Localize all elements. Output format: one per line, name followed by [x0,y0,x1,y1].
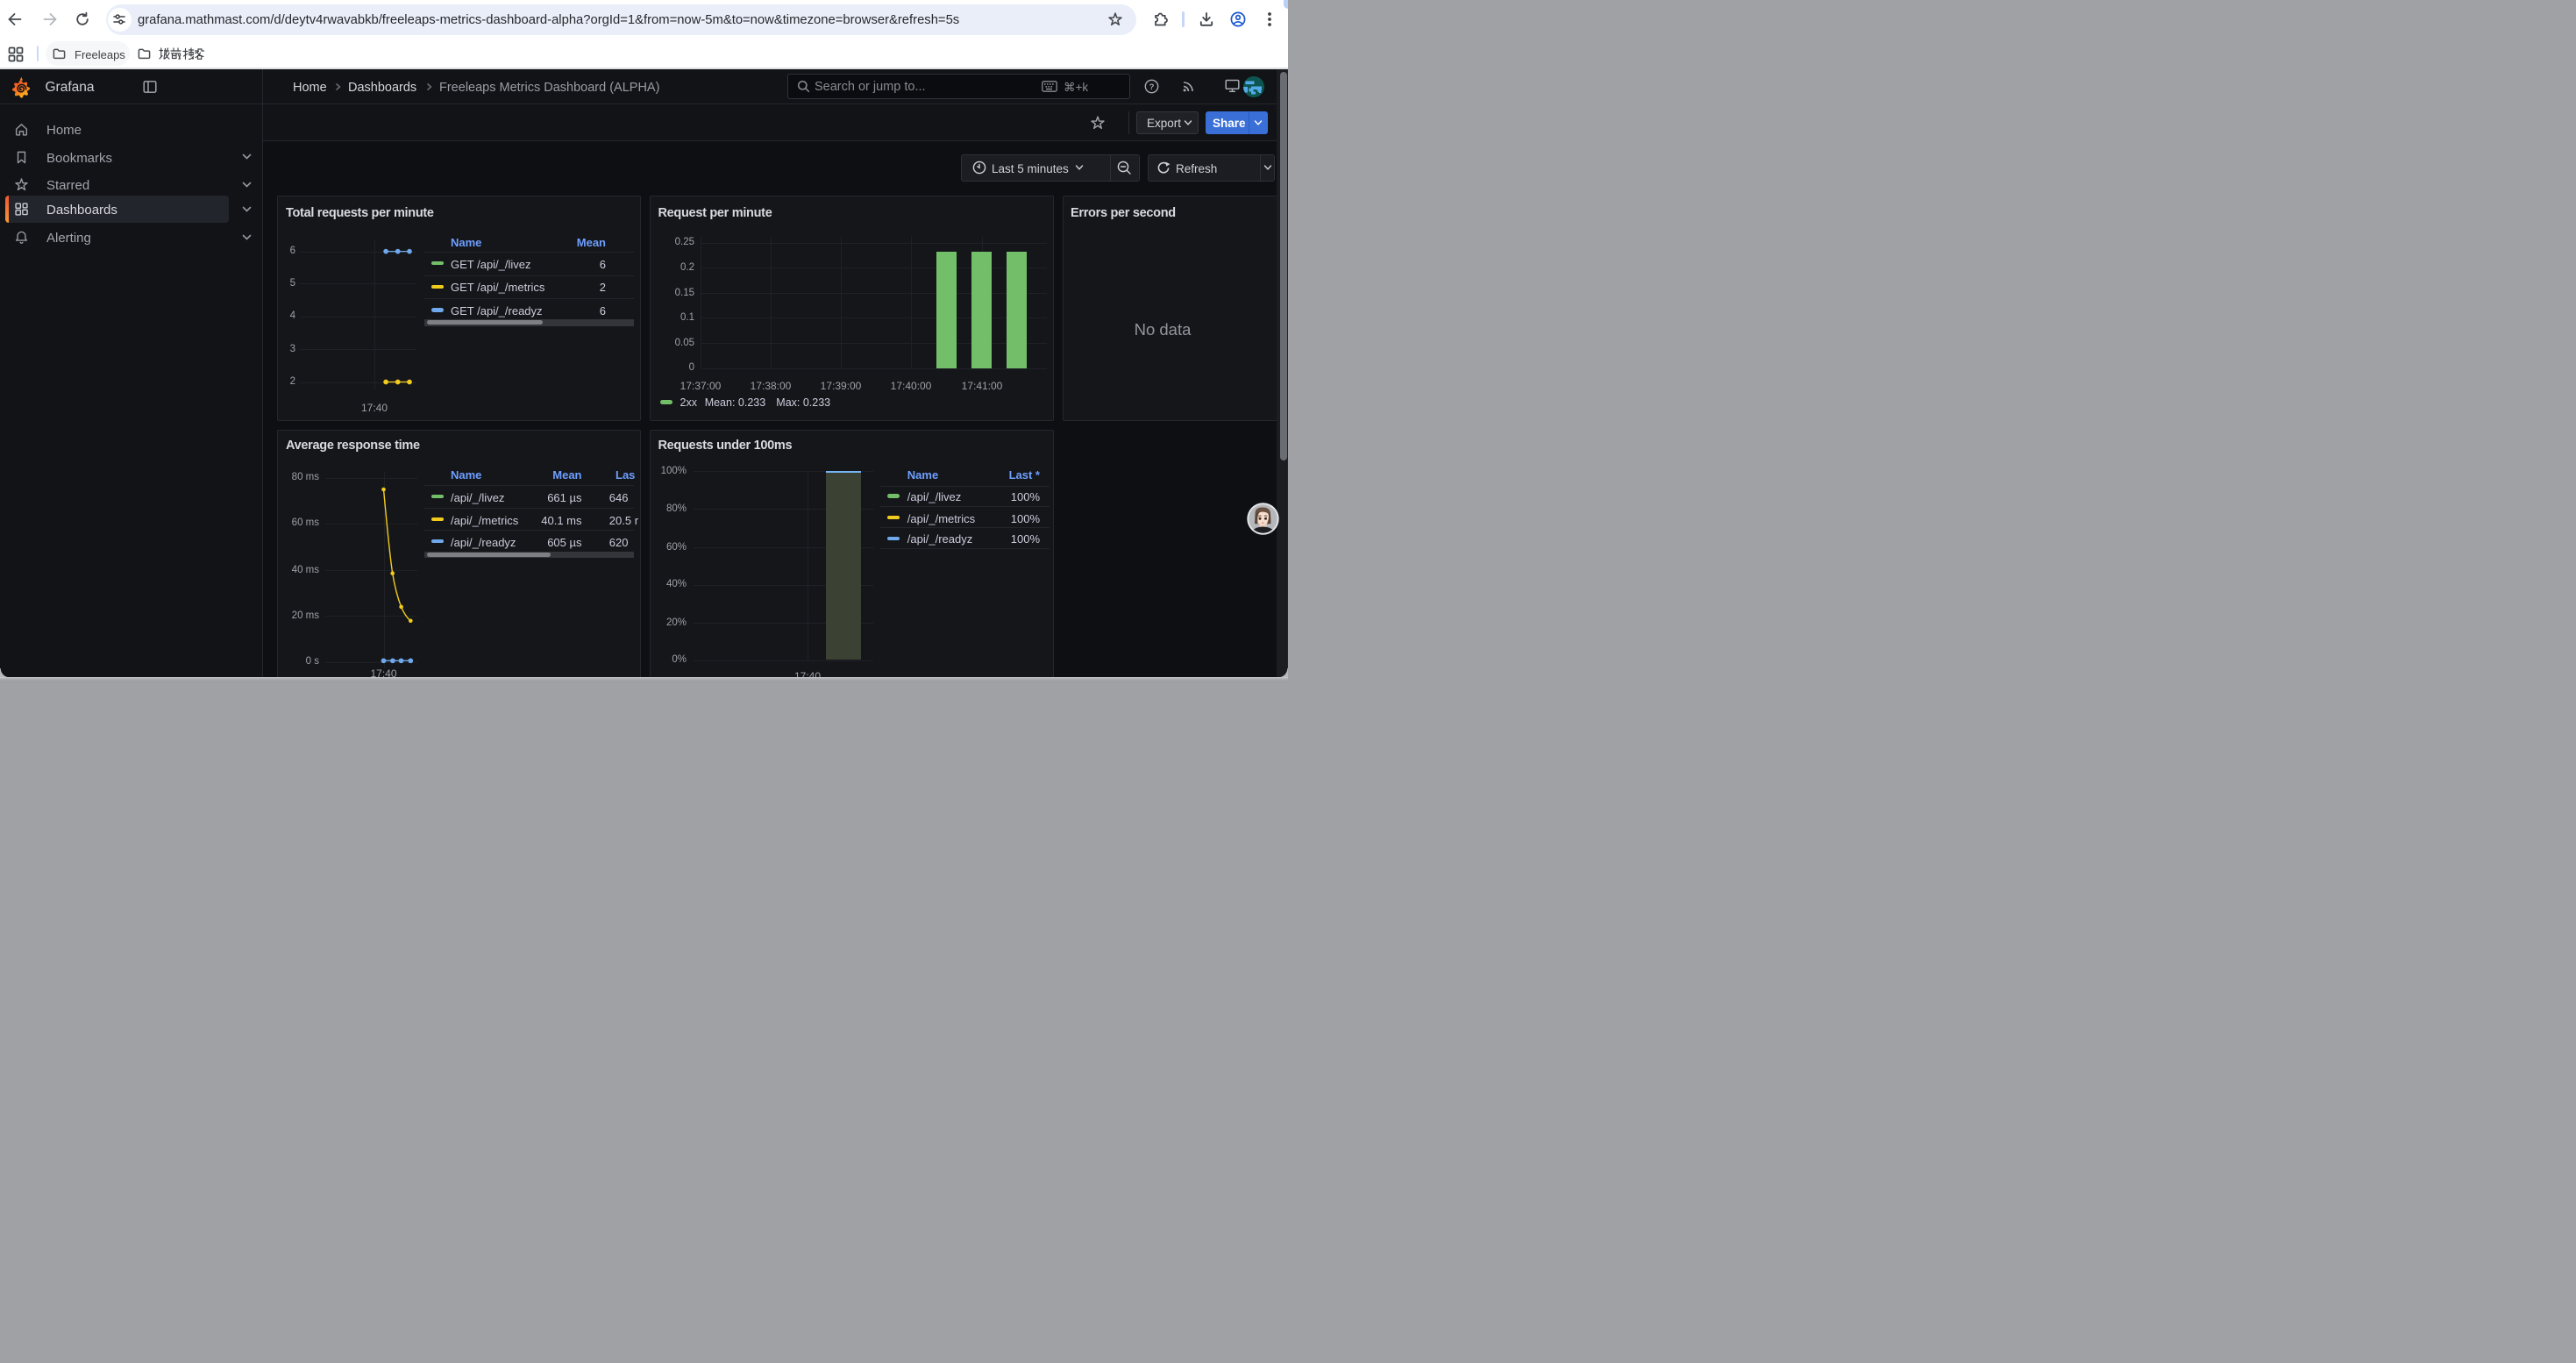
svg-text:?: ? [1149,82,1154,92]
